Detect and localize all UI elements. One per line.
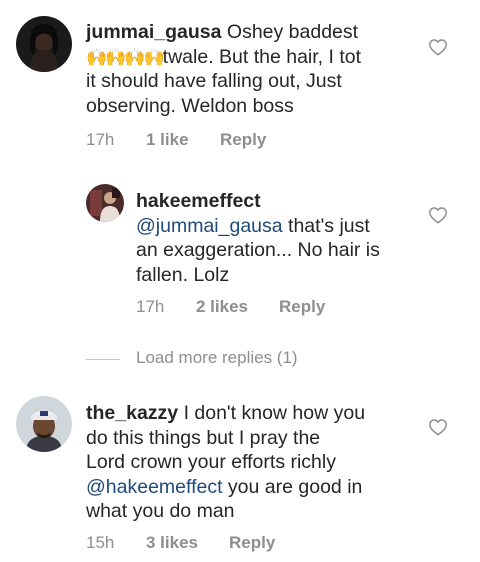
timestamp: 17h [86, 130, 115, 149]
reply-button[interactable]: Reply [220, 130, 266, 150]
likes-count[interactable]: 3 likes [146, 533, 198, 553]
mention-link[interactable]: @jummai_gausa [136, 215, 283, 237]
reply-button[interactable]: Reply [229, 533, 275, 553]
divider-line [86, 359, 120, 360]
heart-outline-icon[interactable] [428, 38, 448, 56]
comment-text: hakeemeffect @jummai_gausa that's just a… [136, 190, 380, 286]
avatar[interactable] [86, 184, 124, 222]
reply-button[interactable]: Reply [279, 297, 325, 317]
heart-outline-icon[interactable] [428, 206, 448, 224]
timestamp: 17h [136, 297, 165, 316]
comment-text: the_kazzy I don't know how you do this t… [86, 402, 366, 522]
mention-link[interactable]: @hakeemeffect [86, 476, 223, 498]
username[interactable]: jummai_gausa [86, 21, 221, 43]
heart-outline-icon[interactable] [428, 418, 448, 436]
raised-hands-emoji: 🙌🙌🙌🙌 [86, 47, 165, 67]
likes-count[interactable]: 1 like [146, 130, 189, 150]
likes-count[interactable]: 2 likes [196, 297, 248, 317]
username[interactable]: hakeemeffect [136, 190, 261, 212]
comment-text: jummai_gausa Oshey baddest 🙌🙌🙌🙌twale. Bu… [86, 21, 362, 117]
timestamp: 15h [86, 533, 115, 552]
username[interactable]: the_kazzy [86, 402, 178, 424]
avatar[interactable] [16, 396, 72, 452]
avatar[interactable] [16, 16, 72, 72]
load-more-label[interactable]: Load more replies (1) [136, 348, 298, 368]
